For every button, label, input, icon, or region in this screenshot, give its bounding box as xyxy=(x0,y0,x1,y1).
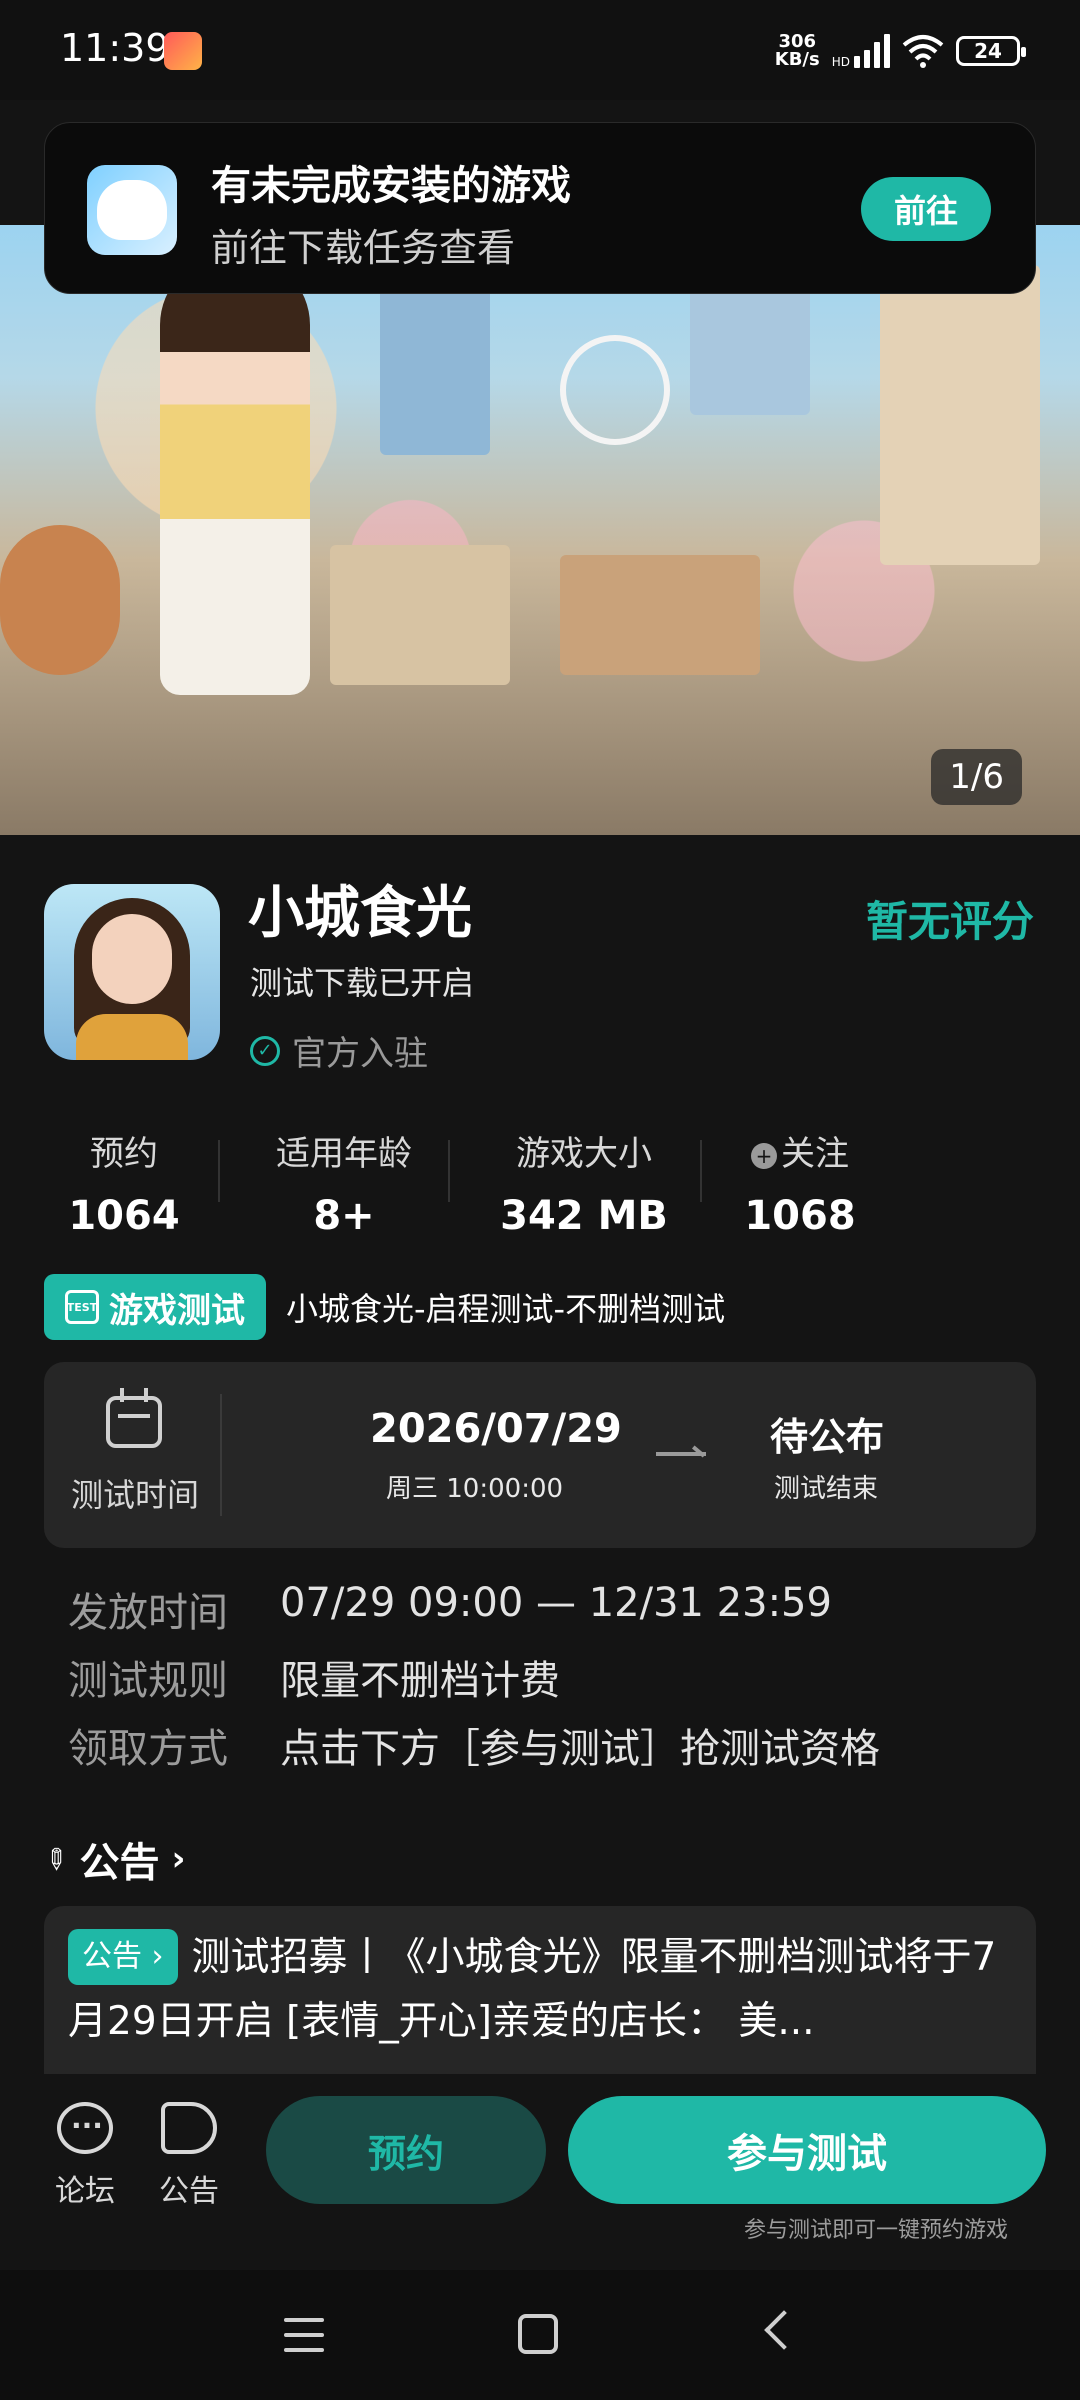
ferris-wheel xyxy=(560,335,670,445)
game-test-tag: TEST 游戏测试 xyxy=(44,1274,266,1340)
forum-label: 论坛 xyxy=(55,2174,115,2209)
game-icon xyxy=(44,884,220,1060)
building xyxy=(330,545,510,685)
test-time-card: 测试时间 2026/07/29 周三 10:00:00 待公布 测试结束 xyxy=(44,1362,1036,1548)
bottom-action-bar: 论坛 公告 预约 参与测试 参与测试即可一键预约游戏 xyxy=(0,2074,1080,2270)
network-speed-unit: KB/s xyxy=(774,49,820,70)
stat-value: 1064 xyxy=(68,1193,180,1239)
stat-size: 游戏大小 342 MB xyxy=(484,1126,684,1239)
capybara-illustration xyxy=(0,525,120,675)
announcement-badge: 公告 › xyxy=(68,1929,178,1985)
stats-row: 预约 1064 适用年龄 8+ 游戏大小 342 MB + 关注 1068 xyxy=(44,1126,904,1239)
home-icon[interactable] xyxy=(518,2314,558,2354)
megaphone-icon xyxy=(161,2102,217,2154)
divider xyxy=(700,1140,702,1202)
announcement-content: 公告 › 测试招募丨《小城食光》限量不删档测试将于7月29日开启 [表情_开心]亲… xyxy=(68,1926,1012,2054)
stat-label: 预约 xyxy=(90,1134,158,1174)
stat-age: 适用年龄 8+ xyxy=(254,1126,434,1239)
chevron-right-icon: › xyxy=(171,1839,186,1879)
divider xyxy=(220,1394,222,1516)
go-button[interactable]: 前往 xyxy=(861,177,991,241)
back-icon[interactable] xyxy=(764,2310,804,2350)
character-illustration xyxy=(160,255,310,695)
forum-button[interactable]: 论坛 xyxy=(40,2102,130,2210)
hero-banner[interactable]: 1/6 xyxy=(0,225,1080,835)
status-time: 11:39 xyxy=(60,26,170,70)
stat-follows[interactable]: + 关注 1068 xyxy=(720,1126,880,1239)
join-hint: 参与测试即可一键预约游戏 xyxy=(744,2218,1009,2243)
detail-key: 测试规则 xyxy=(68,1658,228,1704)
stat-label: 游戏大小 xyxy=(516,1134,652,1174)
test-icon: TEST xyxy=(65,1290,99,1324)
detail-release-time: 发放时间 07/29 09:00 — 12/31 23:59 xyxy=(68,1580,832,1638)
detail-test-rules: 测试规则 限量不删档计费 xyxy=(68,1648,560,1706)
detail-key: 发放时间 xyxy=(68,1590,228,1636)
system-nav-bar xyxy=(0,2270,1080,2400)
official-label: 官方入驻 xyxy=(292,1034,428,1074)
test-tag-label: 游戏测试 xyxy=(109,1290,245,1331)
announcement-card[interactable]: 公告 › 测试招募丨《小城食光》限量不删档测试将于7月29日开启 [表情_开心]亲… xyxy=(44,1906,1036,2074)
rating: 暂无评分 xyxy=(865,897,1034,946)
battery-icon: 24 xyxy=(956,36,1026,66)
follow-label: 关注 xyxy=(781,1134,849,1174)
test-time-label: 测试时间 xyxy=(70,1476,199,1514)
start-date: 2026/07/29 xyxy=(370,1406,622,1452)
reserve-button[interactable]: 预约 xyxy=(266,2096,546,2204)
calendar-icon xyxy=(106,1388,162,1448)
stat-label: + 关注 xyxy=(720,1126,880,1175)
detail-key: 领取方式 xyxy=(68,1726,228,1772)
forum-icon xyxy=(57,2102,113,2154)
detail-value: 07/29 09:00 — 12/31 23:59 xyxy=(280,1580,832,1626)
detail-value: 点击下方［参与测试］抢测试资格 xyxy=(280,1726,880,1772)
install-notification[interactable]: 有未完成安装的游戏 前往下载任务查看 前往 xyxy=(44,122,1036,294)
stat-value: 8+ xyxy=(313,1193,375,1239)
stat-label: 适用年龄 xyxy=(276,1134,412,1174)
end-date: 待公布 xyxy=(770,1415,885,1459)
menu-icon[interactable] xyxy=(284,2318,324,2352)
divider xyxy=(218,1140,220,1202)
cell-signal-icon: HD xyxy=(832,34,890,68)
stat-value: 1068 xyxy=(744,1193,856,1239)
announcement-text: 测试招募丨《小城食光》限量不删档测试将于7月29日开启 [表情_开心]亲爱的店长… xyxy=(68,1935,997,2044)
building xyxy=(560,555,760,675)
game-status: 测试下载已开启 xyxy=(250,964,475,1002)
stat-reservations: 预约 1064 xyxy=(44,1126,204,1239)
check-circle-icon: ✓ xyxy=(250,1035,280,1066)
cat-app-icon xyxy=(87,165,177,255)
status-indicators: 306 KB/s HD 24 xyxy=(775,26,1026,76)
detail-claim-method: 领取方式 点击下方［参与测试］抢测试资格 xyxy=(68,1716,880,1774)
stat-value: 342 MB xyxy=(500,1193,668,1239)
hd-label: HD xyxy=(831,55,850,69)
divider xyxy=(448,1140,450,1202)
notification-subtitle: 前往下载任务查看 xyxy=(211,226,516,270)
wifi-icon xyxy=(902,35,944,68)
notification-title: 有未完成安装的游戏 xyxy=(211,163,571,209)
notice-label: 公告 xyxy=(159,2174,219,2209)
carousel-counter: 1/6 xyxy=(931,749,1022,805)
hotel-building xyxy=(880,265,1040,565)
arrow-right-icon xyxy=(656,1452,706,1456)
test-name: 小城食光-启程测试-不删档测试 xyxy=(286,1290,726,1328)
announcement-header[interactable]: ✎ 公告 › xyxy=(36,1830,186,1888)
heart-plus-icon: + xyxy=(751,1143,777,1169)
detail-value: 限量不删档计费 xyxy=(280,1658,560,1704)
official-badge: ✓ 官方入驻 xyxy=(250,1026,428,1075)
game-title: 小城食光 xyxy=(248,881,472,946)
network-speed: 306 KB/s xyxy=(775,33,820,69)
end-label: 测试结束 xyxy=(774,1474,879,1504)
notice-button[interactable]: 公告 xyxy=(144,2102,234,2210)
start-time: 周三 10:00:00 xyxy=(386,1474,564,1504)
status-bar: 11:39 306 KB/s HD 24 xyxy=(0,0,1080,100)
join-test-button[interactable]: 参与测试 xyxy=(568,2096,1046,2204)
announcement-header-label: 公告 xyxy=(79,1840,160,1886)
app-notification-icon xyxy=(164,32,202,70)
pin-icon: ✎ xyxy=(35,1839,76,1879)
